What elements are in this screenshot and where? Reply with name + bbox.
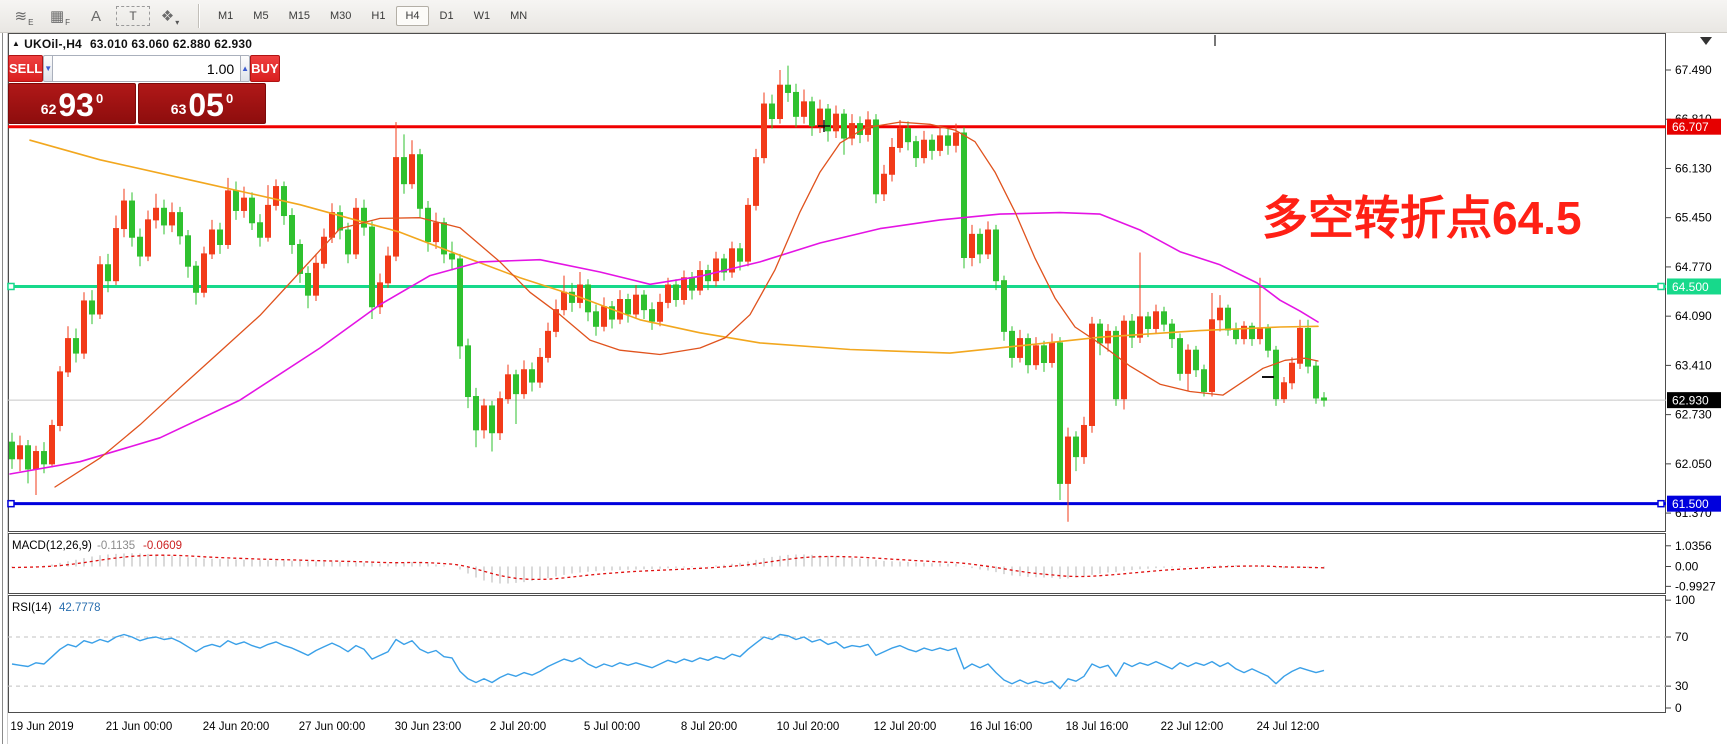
tool-icons: ≋E▦FAT❖▾ xyxy=(6,4,188,28)
timeframe-h4[interactable]: H4 xyxy=(396,6,428,26)
sell-price-small: 62 xyxy=(41,101,57,117)
rsi-label: RSI(14) 42.7778 xyxy=(12,602,101,614)
hline-handle[interactable] xyxy=(8,283,14,289)
svg-text:64.770: 64.770 xyxy=(1675,260,1712,274)
hline-handle[interactable] xyxy=(1658,501,1664,507)
time-label: 27 Jun 00:00 xyxy=(299,721,366,733)
collapse-triangle-icon[interactable]: ▲ xyxy=(12,39,20,48)
svg-text:65.450: 65.450 xyxy=(1675,211,1712,225)
time-label: 12 Jul 20:00 xyxy=(874,721,937,733)
svg-text:64.090: 64.090 xyxy=(1675,309,1712,323)
timeframe-m5[interactable]: M5 xyxy=(244,6,277,26)
buy-button[interactable]: BUY xyxy=(250,55,279,82)
timeframe-w1[interactable]: W1 xyxy=(465,6,500,26)
svg-text:62.730: 62.730 xyxy=(1675,408,1712,422)
text-label-icon[interactable]: T xyxy=(116,6,150,26)
svg-text:-0.1135: -0.1135 xyxy=(97,540,135,552)
candles xyxy=(10,66,1327,522)
buy-price-box[interactable]: 63050 xyxy=(138,83,266,124)
svg-text:64.500: 64.500 xyxy=(1672,280,1709,294)
time-label: 10 Jul 20:00 xyxy=(777,721,840,733)
svg-text:0: 0 xyxy=(1675,701,1682,715)
time-label: 21 Jun 00:00 xyxy=(106,721,173,733)
svg-text:66.130: 66.130 xyxy=(1675,161,1712,175)
chart-title: ▲ UKOil-,H4 63.010 63.060 62.880 62.930 xyxy=(12,37,252,51)
cursor-tool-icon[interactable]: ❖▾ xyxy=(154,4,186,28)
sell-button[interactable]: SELL xyxy=(8,55,43,82)
macd-label: MACD(12,26,9) -0.1135 -0.0609 xyxy=(12,540,182,552)
hline-handle[interactable] xyxy=(8,501,14,507)
grid-pattern-icon[interactable]: ▦F xyxy=(44,4,76,28)
svg-text:67.490: 67.490 xyxy=(1675,63,1712,77)
time-label: 18 Jul 16:00 xyxy=(1066,721,1129,733)
time-label: 5 Jul 00:00 xyxy=(584,721,640,733)
volume-input[interactable] xyxy=(53,55,240,82)
sell-price-sup: 0 xyxy=(96,91,103,106)
time-label: 16 Jul 16:00 xyxy=(970,721,1033,733)
symbol-name: UKOil-,H4 xyxy=(24,37,82,51)
time-label: 22 Jul 12:00 xyxy=(1161,721,1224,733)
time-label: 2 Jul 20:00 xyxy=(490,721,546,733)
volume-increase-button[interactable]: ▲ xyxy=(240,55,250,82)
time-label: 24 Jul 12:00 xyxy=(1257,721,1320,733)
timeframe-h1[interactable]: H1 xyxy=(362,6,394,26)
svg-text:-0.0609: -0.0609 xyxy=(143,540,182,552)
svg-text:0.00: 0.00 xyxy=(1675,560,1699,574)
svg-text:63.410: 63.410 xyxy=(1675,358,1712,372)
sell-price-big: 93 xyxy=(58,90,94,120)
svg-text:61.500: 61.500 xyxy=(1672,497,1709,511)
hatch-pattern-icon[interactable]: ≋E xyxy=(8,4,40,28)
buy-price-sup: 0 xyxy=(226,91,233,106)
timeframe-mn[interactable]: MN xyxy=(501,6,536,26)
svg-text:1.0356: 1.0356 xyxy=(1675,539,1712,553)
svg-text:42.7778: 42.7778 xyxy=(59,602,101,614)
scroll-end-icon[interactable] xyxy=(1700,37,1712,45)
ohlc-values: 63.010 63.060 62.880 62.930 xyxy=(90,37,252,51)
ma-orangered xyxy=(55,122,1318,487)
timeframe-m15[interactable]: M15 xyxy=(280,6,319,26)
annotation-text: 多空转折点64.5 xyxy=(1262,182,1582,248)
sell-price-box[interactable]: 62930 xyxy=(8,83,136,124)
timeframe-d1[interactable]: D1 xyxy=(431,6,463,26)
svg-text:-0.9927: -0.9927 xyxy=(1675,579,1716,593)
font-icon[interactable]: A xyxy=(80,4,112,28)
svg-text:70: 70 xyxy=(1675,630,1689,644)
timeframe-m1[interactable]: M1 xyxy=(209,6,242,26)
time-label: 30 Jun 23:00 xyxy=(395,721,462,733)
time-label: 8 Jul 20:00 xyxy=(681,721,737,733)
svg-text:30: 30 xyxy=(1675,679,1689,693)
volume-decrease-button[interactable]: ▼ xyxy=(43,55,53,82)
mt4-window: ≋E▦FAT❖▾ M1M5M15M30H1H4D1W1MN 67.49066.8… xyxy=(0,0,1727,749)
svg-text:RSI(14): RSI(14) xyxy=(12,602,52,614)
timeframe-m30[interactable]: M30 xyxy=(321,6,360,26)
rsi-line xyxy=(12,635,1324,689)
svg-text:62.930: 62.930 xyxy=(1672,394,1709,408)
svg-text:66.707: 66.707 xyxy=(1672,120,1709,134)
buy-price-small: 63 xyxy=(171,101,187,117)
hline-handle[interactable] xyxy=(1658,283,1664,289)
toolbar: ≋E▦FAT❖▾ M1M5M15M30H1H4D1W1MN xyxy=(0,0,1727,33)
one-click-trade-panel: SELL ▼ ▲ BUY 62930 63050 xyxy=(8,55,266,124)
buy-price-big: 05 xyxy=(188,90,224,120)
svg-text:62.050: 62.050 xyxy=(1675,457,1712,471)
svg-text:MACD(12,26,9): MACD(12,26,9) xyxy=(12,540,92,552)
svg-text:100: 100 xyxy=(1675,593,1695,607)
time-label: 24 Jun 20:00 xyxy=(203,721,270,733)
time-label: 19 Jun 2019 xyxy=(10,721,73,733)
macd-histogram xyxy=(12,553,1324,583)
timeframe-buttons: M1M5M15M30H1H4D1W1MN xyxy=(208,6,537,26)
toolbar-separator xyxy=(198,4,200,28)
